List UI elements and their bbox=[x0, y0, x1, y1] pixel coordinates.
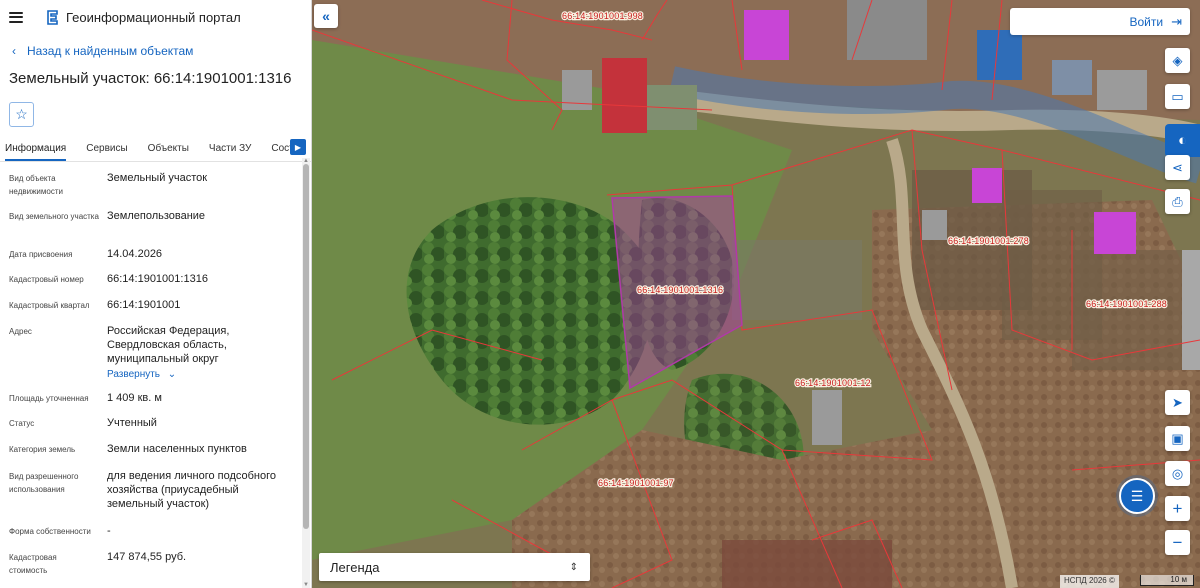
field-value-status: Учтенный bbox=[107, 417, 157, 429]
map-search-button[interactable]: ◐ bbox=[1165, 124, 1200, 157]
info-panel: Геоинформационный портал ‹ Назад к найде… bbox=[0, 0, 312, 588]
field-value-parcel-type: Землепользование bbox=[107, 210, 206, 222]
field-label-object-type: Вид объекта недвижимости bbox=[9, 174, 63, 196]
parcel-label-97: 66:14:1901001:97 bbox=[598, 478, 674, 488]
ruler-icon: ▭ bbox=[1171, 88, 1184, 104]
field-label-cadastral-value: Кадастровая стоимость bbox=[9, 553, 57, 575]
login-label: Войти bbox=[1129, 14, 1164, 29]
navigation-arrow-icon: ➤ bbox=[1172, 394, 1183, 410]
zoom-in-button[interactable]: + bbox=[1165, 496, 1190, 521]
field-label-cadastral-quarter: Кадастровый квартал bbox=[9, 301, 90, 310]
field-label-status: Статус bbox=[9, 419, 35, 428]
map-view[interactable]: 66:14:1901001:998 66:14:1901001:1316 66:… bbox=[312, 0, 1200, 588]
minus-icon: − bbox=[1172, 532, 1183, 552]
print-icon: ⎙ bbox=[1172, 193, 1183, 209]
scrollbar-thumb[interactable] bbox=[303, 164, 309, 529]
attributes-list: Вид объекта недвижимости Земельный участ… bbox=[0, 158, 300, 588]
favorite-button[interactable]: ☆ bbox=[9, 102, 34, 127]
parcel-label-288: 66:14:1901001:288 bbox=[1086, 299, 1167, 309]
chevron-right-icon: ▶ bbox=[294, 142, 302, 152]
parcel-label-278: 66:14:1901001:278 bbox=[948, 236, 1029, 246]
app-root: Геоинформационный портал ‹ Назад к найде… bbox=[0, 0, 1200, 588]
field-label-address: Адрес bbox=[9, 327, 32, 336]
zoom-out-button[interactable]: − bbox=[1165, 530, 1190, 555]
field-label-parcel-type: Вид земельного участка bbox=[9, 212, 99, 221]
star-icon: ☆ bbox=[15, 106, 28, 122]
measure-button[interactable]: ▭ bbox=[1165, 84, 1190, 109]
field-value-cadastral-number: 66:14:1901001:1316 bbox=[107, 273, 208, 285]
legend-label: Легенда bbox=[330, 559, 380, 575]
map-attribution: НСПД 2026 © bbox=[1060, 575, 1119, 588]
parcel-label-12: 66:14:1901001:12 bbox=[795, 378, 871, 388]
chat-icon: ☰ bbox=[1130, 487, 1144, 504]
panel-scrollbar[interactable]: ▲ ▼ bbox=[302, 158, 310, 588]
tabs-next-button[interactable]: ▶ bbox=[290, 139, 306, 155]
map-search-icon: ◐ bbox=[1177, 132, 1188, 149]
layers-icon: ◈ bbox=[1172, 52, 1183, 68]
field-label-permitted-use: Вид разрешенного использования bbox=[9, 472, 79, 494]
chat-button[interactable]: ☰ bbox=[1119, 478, 1155, 514]
share-button[interactable]: ⋖ bbox=[1165, 155, 1190, 180]
chevron-left-icon: ‹ bbox=[12, 44, 16, 58]
field-value-land-category: Земли населенных пунктов bbox=[107, 443, 247, 455]
expand-collapse-icon: ⇕ bbox=[569, 561, 578, 573]
back-to-results-link[interactable]: ‹ Назад к найденным объектам bbox=[0, 42, 311, 60]
field-value-ownership: - bbox=[107, 525, 111, 537]
double-chevron-left-icon: « bbox=[322, 8, 330, 24]
back-label: Назад к найденным объектам bbox=[27, 44, 194, 58]
login-button[interactable]: Войти ⇥ bbox=[1010, 8, 1190, 35]
top-bar: Геоинформационный портал bbox=[0, 0, 311, 34]
scale-bar: 10 м bbox=[1140, 575, 1194, 586]
print-button[interactable]: ⎙ bbox=[1165, 189, 1190, 214]
parcel-label-998: 66:14:1901001:998 bbox=[562, 11, 643, 21]
field-label-cadastral-number: Кадастровый номер bbox=[9, 275, 84, 284]
locate-button[interactable]: ➤ bbox=[1165, 390, 1190, 415]
share-icon: ⋖ bbox=[1172, 159, 1183, 175]
geolocation-icon: ◎ bbox=[1171, 465, 1184, 481]
field-value-area: 1 409 кв. м bbox=[107, 392, 162, 404]
geolocation-button[interactable]: ◎ bbox=[1165, 461, 1190, 486]
address-expand-link[interactable]: Развернуть ⌄ bbox=[107, 368, 297, 382]
satellite-imagery: 66:14:1901001:998 66:14:1901001:1316 66:… bbox=[312, 0, 1200, 588]
field-value-permitted-use: для ведения личного подсобного хозяйства… bbox=[107, 470, 277, 510]
chevron-down-icon: ⌄ bbox=[167, 369, 177, 380]
scroll-down-arrow-icon[interactable]: ▼ bbox=[302, 582, 310, 588]
parcel-label-1316: 66:14:1901001:1316 bbox=[637, 285, 723, 295]
field-label-assigned-date: Дата присвоения bbox=[9, 250, 73, 259]
field-value-address: Российская Федерация, Свердловская облас… bbox=[107, 325, 230, 365]
layers-button[interactable]: ◈ bbox=[1165, 48, 1190, 73]
app-title: Геоинформационный портал bbox=[66, 9, 241, 25]
minimap-button[interactable]: ▣ bbox=[1165, 426, 1190, 451]
field-label-area: Площадь уточненная bbox=[9, 394, 89, 403]
field-value-cadastral-value: 147 874,55 руб. bbox=[107, 551, 187, 563]
plus-icon: + bbox=[1172, 498, 1183, 518]
field-label-land-category: Категория земель bbox=[9, 445, 76, 454]
login-icon: ⇥ bbox=[1171, 13, 1182, 29]
field-value-object-type: Земельный участок bbox=[107, 172, 208, 184]
portal-logo-icon bbox=[47, 9, 58, 25]
collapse-panel-button[interactable]: « bbox=[314, 4, 338, 28]
expand-label: Развернуть bbox=[107, 369, 161, 380]
hamburger-icon[interactable] bbox=[9, 11, 23, 23]
field-value-cadastral-quarter: 66:14:1901001 bbox=[107, 299, 181, 311]
field-label-ownership: Форма собственности bbox=[9, 527, 91, 536]
object-title: Земельный участок: 66:14:1901001:1316 bbox=[9, 70, 292, 87]
minimap-icon: ▣ bbox=[1171, 430, 1184, 446]
field-value-assigned-date: 14.04.2026 bbox=[107, 248, 163, 260]
legend-dropdown[interactable]: Легенда ⇕ bbox=[319, 553, 590, 581]
